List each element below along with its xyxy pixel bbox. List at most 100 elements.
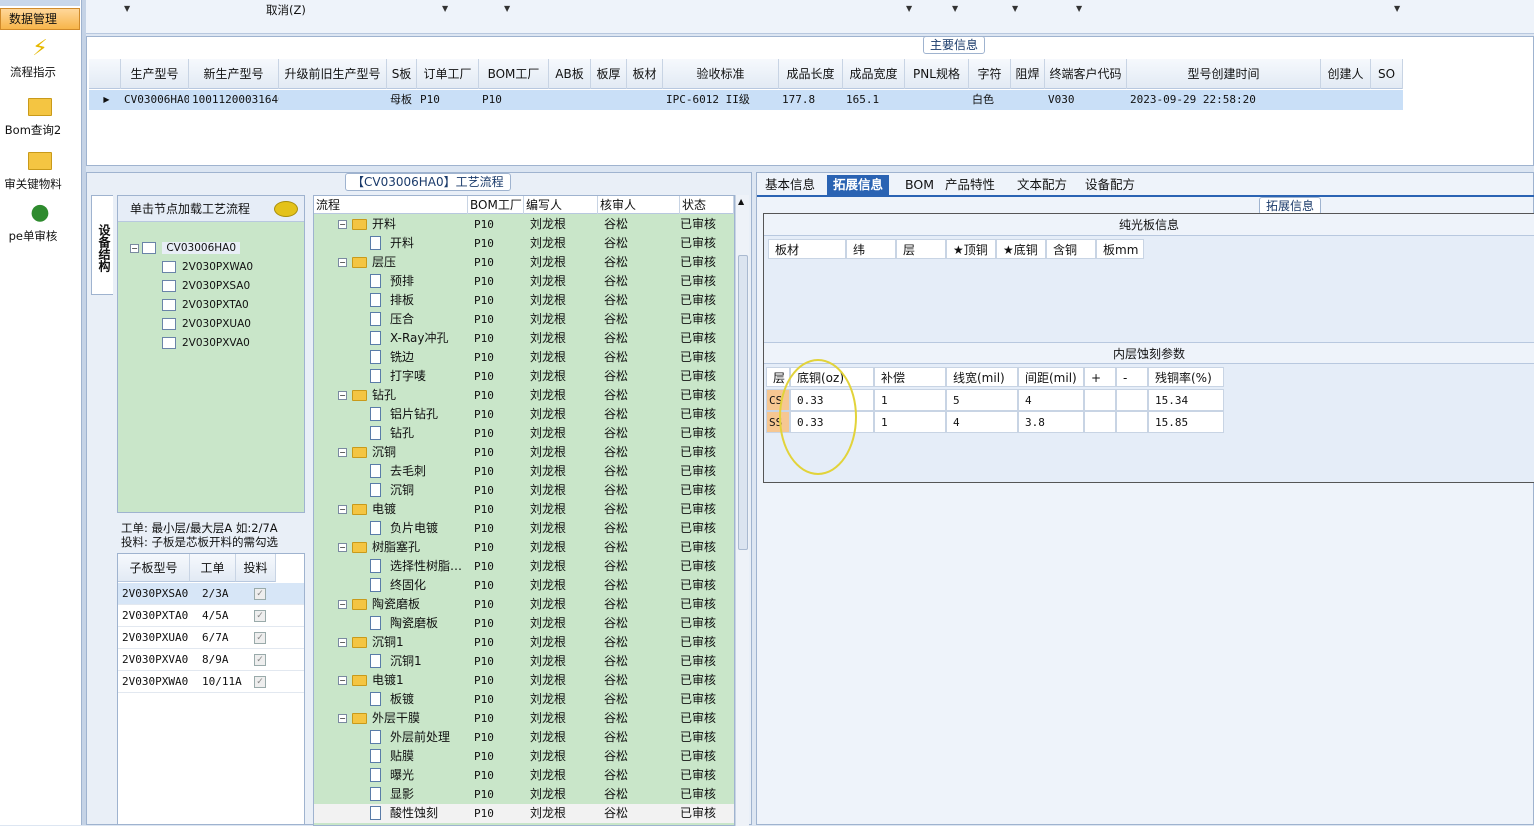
grid-cell[interactable] (279, 90, 387, 110)
column-header[interactable]: 验收标准 (663, 59, 779, 89)
flow-row[interactable]: − 电镀1 P10 刘龙根 谷松 已审核 (314, 671, 734, 690)
flow-row[interactable]: − 树脂塞孔 P10 刘龙根 谷松 已审核 (314, 538, 734, 557)
dropdown-arrow-icon[interactable]: ▼ (1012, 4, 1018, 13)
flow-row[interactable]: 预排 P10 刘龙根 谷松 已审核 (314, 272, 734, 291)
flow-row[interactable]: 去毛刺 P10 刘龙根 谷松 已审核 (314, 462, 734, 481)
grid-cell[interactable]: CV03006HA0 (121, 90, 189, 110)
flow-row[interactable]: 酸性蚀刻 P10 刘龙根 谷松 已审核 (314, 804, 734, 823)
column-header[interactable]: 流程 (314, 196, 468, 214)
column-header[interactable]: 终端客户代码 (1045, 59, 1127, 89)
etch-cell[interactable]: 1 (874, 389, 946, 411)
column-header[interactable]: 状态 (680, 196, 734, 214)
column-header[interactable]: 生产型号 (121, 59, 189, 89)
grid-cell[interactable]: 2023-09-29 22:58:20 (1127, 90, 1321, 110)
column-header[interactable]: 创建人 (1321, 59, 1371, 89)
collapse-icon[interactable]: − (338, 714, 347, 723)
column-header[interactable]: 新生产型号 (189, 59, 279, 89)
column-header[interactable]: 投料 (236, 554, 276, 582)
column-header[interactable]: PNL规格 (905, 59, 969, 89)
flow-row[interactable]: − 电镀 P10 刘龙根 谷松 已审核 (314, 500, 734, 519)
tree-node[interactable]: 2V030PXUA0 (162, 315, 251, 333)
column-header[interactable]: - (1116, 367, 1148, 387)
sub-board-row[interactable]: 2V030PXVA0 8/9A ✓ (118, 649, 304, 671)
grid-cell[interactable] (549, 90, 591, 110)
dropdown-arrow-icon[interactable]: ▼ (504, 4, 510, 13)
column-header[interactable]: 纬 (846, 239, 896, 259)
column-header[interactable]: + (1084, 367, 1116, 387)
column-header[interactable]: 阻焊 (1011, 59, 1045, 89)
etch-cell[interactable]: 4 (1018, 389, 1084, 411)
collapse-icon[interactable]: − (130, 243, 139, 253)
sub-board-row[interactable]: 2V030PXTA0 4/5A ✓ (118, 605, 304, 627)
dropdown-arrow-icon[interactable]: ▼ (1076, 4, 1082, 13)
tab-2[interactable]: BOM (899, 175, 940, 197)
etch-cell[interactable] (1116, 411, 1148, 433)
tree-root-node[interactable]: − CV03006HA0 (130, 239, 241, 257)
grid-cell[interactable] (1011, 90, 1045, 110)
column-header[interactable]: 编写人 (524, 196, 598, 214)
flow-row[interactable]: X-Ray冲孔 P10 刘龙根 谷松 已审核 (314, 329, 734, 348)
etch-cell[interactable] (1084, 389, 1116, 411)
grid-cell[interactable]: 165.1 (843, 90, 905, 110)
flow-row[interactable]: 铝片钻孔 P10 刘龙根 谷松 已审核 (314, 405, 734, 424)
collapse-icon[interactable]: − (338, 676, 347, 685)
tab-5[interactable]: 设备配方 (1079, 175, 1141, 197)
flow-row[interactable]: − 开料 P10 刘龙根 谷松 已审核 (314, 215, 734, 234)
grid-cell[interactable]: 10011200031640 (189, 90, 279, 110)
flow-scrollbar[interactable]: ▲ (735, 195, 749, 826)
collapse-icon[interactable]: − (338, 505, 347, 514)
flow-row[interactable]: 终固化 P10 刘龙根 谷松 已审核 (314, 576, 734, 595)
grid-cell[interactable]: 白色 (969, 90, 1011, 110)
column-header[interactable]: 线宽(mil) (946, 367, 1018, 387)
flow-row[interactable]: 铣边 P10 刘龙根 谷松 已审核 (314, 348, 734, 367)
column-header[interactable]: ★底铜 (996, 239, 1046, 259)
flow-row[interactable]: − 外层干膜 P10 刘龙根 谷松 已审核 (314, 709, 734, 728)
flow-row[interactable]: 压合 P10 刘龙根 谷松 已审核 (314, 310, 734, 329)
nav-header[interactable]: 数据管理 (0, 8, 80, 30)
column-header[interactable]: 补偿 (874, 367, 946, 387)
flow-row[interactable]: − 沉铜 P10 刘龙根 谷松 已审核 (314, 443, 734, 462)
flow-row[interactable]: 板镀 P10 刘龙根 谷松 已审核 (314, 690, 734, 709)
column-header[interactable]: SO (1371, 59, 1403, 89)
column-header[interactable]: 子板型号 (118, 554, 190, 582)
grid-cell[interactable] (591, 90, 627, 110)
etch-cell[interactable]: 15.85 (1148, 411, 1224, 433)
flow-row[interactable]: 显影 P10 刘龙根 谷松 已审核 (314, 785, 734, 804)
column-header[interactable]: 含铜 (1046, 239, 1096, 259)
flow-row[interactable]: 贴膜 P10 刘龙根 谷松 已审核 (314, 747, 734, 766)
feed-checkbox[interactable]: ✓ (254, 588, 266, 600)
feed-checkbox[interactable]: ✓ (254, 654, 266, 666)
feed-checkbox[interactable]: ✓ (254, 632, 266, 644)
etch-cell[interactable]: 1 (874, 411, 946, 433)
feed-checkbox[interactable]: ✓ (254, 610, 266, 622)
sub-board-row[interactable]: 2V030PXWA0 10/11A ✓ (118, 671, 304, 693)
dropdown-arrow-icon[interactable]: ▼ (442, 4, 448, 13)
flow-row[interactable]: − 陶瓷磨板 P10 刘龙根 谷松 已审核 (314, 595, 734, 614)
scroll-thumb[interactable] (738, 255, 748, 550)
column-header[interactable]: 板mm (1096, 239, 1144, 259)
grid-cell[interactable] (627, 90, 663, 110)
dropdown-arrow-icon[interactable]: ▼ (1394, 4, 1400, 13)
scroll-up-icon[interactable]: ▲ (738, 197, 744, 206)
nav-item-bom-query[interactable]: Bom查询2 (0, 92, 80, 146)
column-header[interactable]: AB板 (549, 59, 591, 89)
collapse-icon[interactable]: − (338, 391, 347, 400)
flow-row[interactable]: − 沉铜1 P10 刘龙根 谷松 已审核 (314, 633, 734, 652)
grid-cell[interactable] (1321, 90, 1371, 110)
grid-cell[interactable]: IPC-6012 II级 (663, 90, 779, 110)
speech-bubble-icon[interactable] (274, 201, 298, 217)
flow-row[interactable]: 负片电镀 P10 刘龙根 谷松 已审核 (314, 519, 734, 538)
grid-cell[interactable] (905, 90, 969, 110)
column-header[interactable]: 订单工厂 (417, 59, 479, 89)
tab-3[interactable]: 产品特性 (939, 175, 1001, 197)
grid-cell[interactable]: V030 (1045, 90, 1127, 110)
flow-row[interactable]: 打字唛 P10 刘龙根 谷松 已审核 (314, 367, 734, 386)
flow-row[interactable]: 开料 P10 刘龙根 谷松 已审核 (314, 234, 734, 253)
main-grid-row[interactable]: ▶ CV03006HA0 10011200031640 母板 P10 P10 IPC-601… (89, 90, 1403, 110)
column-header[interactable]: 工单 (190, 554, 236, 582)
nav-item-review[interactable]: ● pe单审核 (0, 198, 80, 252)
dropdown-arrow-icon[interactable]: ▼ (906, 4, 912, 13)
tree-node[interactable]: 2V030PXVA0 (162, 334, 250, 352)
column-header[interactable]: 间距(mil) (1018, 367, 1084, 387)
nav-item-flow[interactable]: ⚡ 流程指示 (0, 34, 80, 88)
